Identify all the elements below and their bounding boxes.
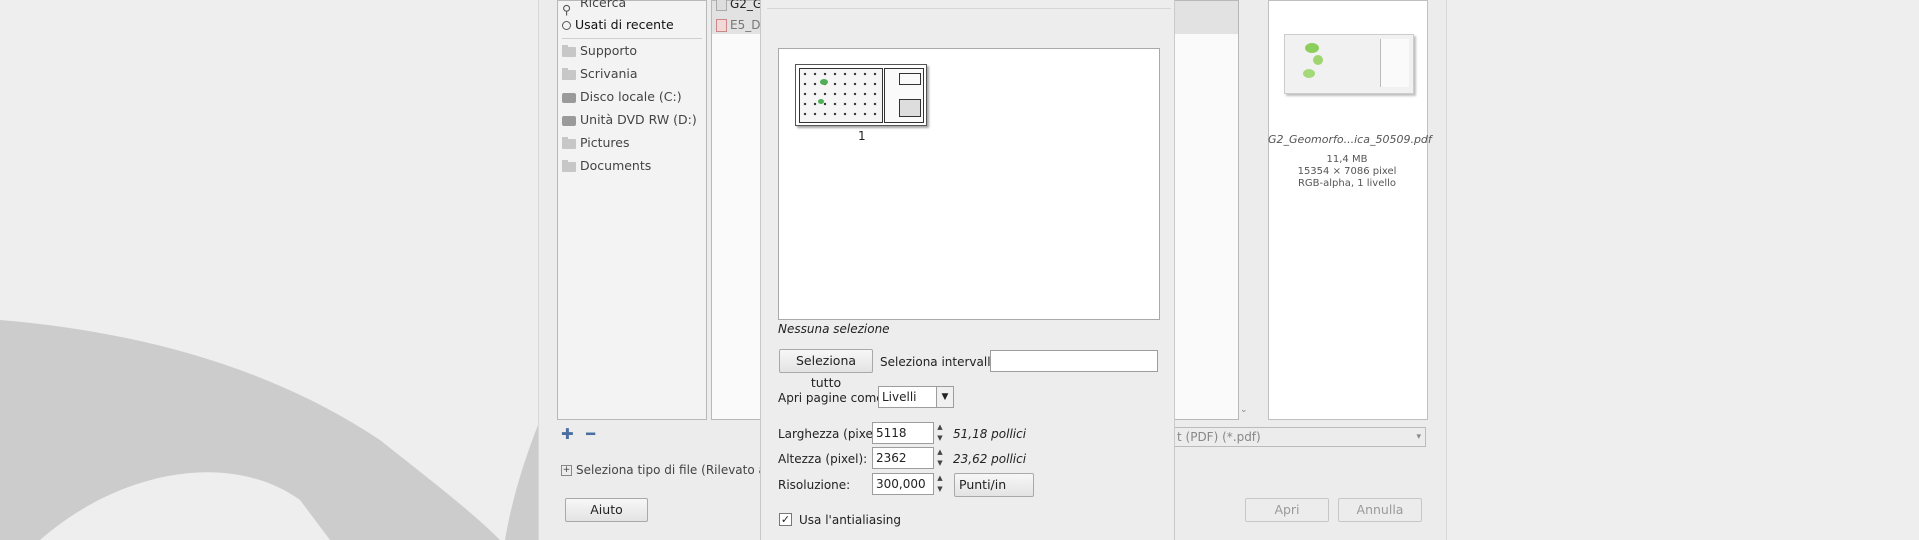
- height-spinner[interactable]: ▲ ▼: [935, 447, 945, 469]
- width-input[interactable]: 5118: [872, 422, 934, 444]
- clock-icon: [562, 21, 571, 30]
- preview-thumbnail: [1284, 34, 1414, 94]
- chevron-down-icon: ▾: [1416, 432, 1421, 442]
- selection-status: Nessuna selezione: [778, 322, 890, 336]
- folder-icon: [562, 136, 576, 149]
- resolution-label: Risoluzione:: [778, 478, 851, 492]
- resolution-input[interactable]: 300,000: [872, 473, 934, 495]
- select-all-button[interactable]: Seleziona tutto: [779, 349, 873, 390]
- help-button[interactable]: Aiuto: [565, 498, 648, 522]
- resolution-unit-button[interactable]: Punti/in: [954, 473, 1034, 497]
- sidebar-item-label: Supporto: [580, 43, 638, 58]
- search-icon: ⚲: [562, 1, 572, 17]
- sidebar-item-scrivania[interactable]: Scrivania: [558, 63, 706, 85]
- file-icon: [716, 0, 727, 11]
- preview-size: 11,4 MB: [1326, 154, 1368, 165]
- preview-pane: [1268, 0, 1428, 420]
- file-filter-value: t (PDF) (*.pdf): [1177, 430, 1261, 444]
- file-row[interactable]: E5_D: [716, 18, 760, 32]
- sidebar-item-search[interactable]: ⚲ Ricerca: [558, 0, 706, 17]
- sidebar-item-pictures[interactable]: Pictures: [558, 132, 706, 154]
- width-label: Larghezza (pixel):: [778, 427, 885, 441]
- antialias-checkbox[interactable]: ✓: [779, 513, 792, 526]
- spin-down-icon[interactable]: ▼: [935, 484, 945, 495]
- open-button[interactable]: Apri: [1245, 498, 1329, 522]
- antialias-label: Usa l'antialiasing: [799, 513, 902, 527]
- spin-up-icon[interactable]: ▲: [935, 447, 945, 458]
- range-label: Seleziona intervallo:: [880, 355, 1002, 369]
- drive-icon: [562, 92, 576, 103]
- add-bookmark-icon[interactable]: ✚: [561, 425, 574, 443]
- cancel-button[interactable]: Annulla: [1338, 498, 1422, 522]
- folder-icon: [562, 44, 576, 57]
- file-row[interactable]: G2_G: [716, 0, 762, 11]
- open-pages-value: Livelli: [882, 390, 917, 404]
- sidebar-item-supporto[interactable]: Supporto: [558, 40, 706, 62]
- file-type-expander[interactable]: + Seleziona tipo di file (Rilevato autom: [561, 463, 761, 477]
- page-thumbnail[interactable]: [795, 64, 927, 126]
- folder-icon: [562, 159, 576, 172]
- pdf-file-icon: [716, 19, 727, 32]
- file-name: G2_G: [730, 0, 763, 11]
- sidebar-item-label: Usati di recente: [575, 17, 674, 32]
- places-sidebar: ⚲ Ricerca Usati di recente Supporto Scriv…: [557, 0, 707, 420]
- file-name: E5_D: [730, 18, 761, 32]
- height-input[interactable]: 2362: [872, 447, 934, 469]
- sidebar-item-disk-c[interactable]: Disco locale (C:): [558, 86, 706, 108]
- sidebar-item-label: Ricerca: [580, 0, 627, 10]
- resolution-spinner[interactable]: ▲ ▼: [935, 473, 945, 495]
- sidebar-item-label: Disco locale (C:): [580, 89, 682, 104]
- page-number-label: 1: [858, 129, 866, 143]
- expand-icon: +: [561, 465, 572, 476]
- legend-graphic: [884, 68, 924, 123]
- height-inches: 23,62 pollici: [953, 452, 1027, 466]
- sidebar-item-documents[interactable]: Documents: [558, 155, 706, 177]
- scroll-down-arrow-icon[interactable]: ⌄: [1240, 405, 1248, 415]
- sidebar-item-recent[interactable]: Usati di recente: [558, 14, 706, 36]
- range-input[interactable]: [990, 350, 1158, 372]
- spin-up-icon[interactable]: ▲: [935, 422, 945, 433]
- preview-dimensions: 15354 × 7086 pixel: [1297, 166, 1397, 177]
- chevron-down-icon: ▼: [936, 387, 953, 407]
- height-label: Altezza (pixel):: [778, 452, 868, 466]
- spin-up-icon[interactable]: ▲: [935, 473, 945, 484]
- map-graphic: [799, 68, 883, 123]
- checkmark-icon: ✓: [780, 513, 791, 526]
- open-pages-label: Apri pagine come: [778, 391, 884, 405]
- file-type-label: Seleziona tipo di file (Rilevato autom: [576, 463, 761, 477]
- width-spinner[interactable]: ▲ ▼: [935, 422, 945, 444]
- spin-down-icon[interactable]: ▼: [935, 458, 945, 469]
- preview-filename: G2_Geomorfo...ica_50509.pdf: [1268, 133, 1432, 146]
- preview-mode: RGB-alpha, 1 livello: [1297, 178, 1397, 189]
- width-inches: 51,18 pollici: [953, 427, 1027, 441]
- spin-down-icon[interactable]: ▼: [935, 433, 945, 444]
- dvd-drive-icon: [562, 115, 576, 126]
- dialog-divider: [767, 8, 1171, 9]
- sidebar-item-dvd-d[interactable]: Unità DVD RW (D:): [558, 109, 706, 131]
- sidebar-item-label: Scrivania: [580, 66, 638, 81]
- file-filter-select[interactable]: t (PDF) (*.pdf) ▾: [1170, 427, 1426, 447]
- sidebar-item-label: Documents: [580, 158, 652, 173]
- sidebar-item-label: Unità DVD RW (D:): [580, 112, 697, 127]
- sidebar-item-label: Pictures: [580, 135, 630, 150]
- folder-icon: [562, 67, 576, 80]
- open-pages-select[interactable]: Livelli ▼: [878, 386, 954, 408]
- remove-bookmark-icon[interactable]: ━: [586, 425, 595, 443]
- sidebar-separator: [562, 38, 702, 39]
